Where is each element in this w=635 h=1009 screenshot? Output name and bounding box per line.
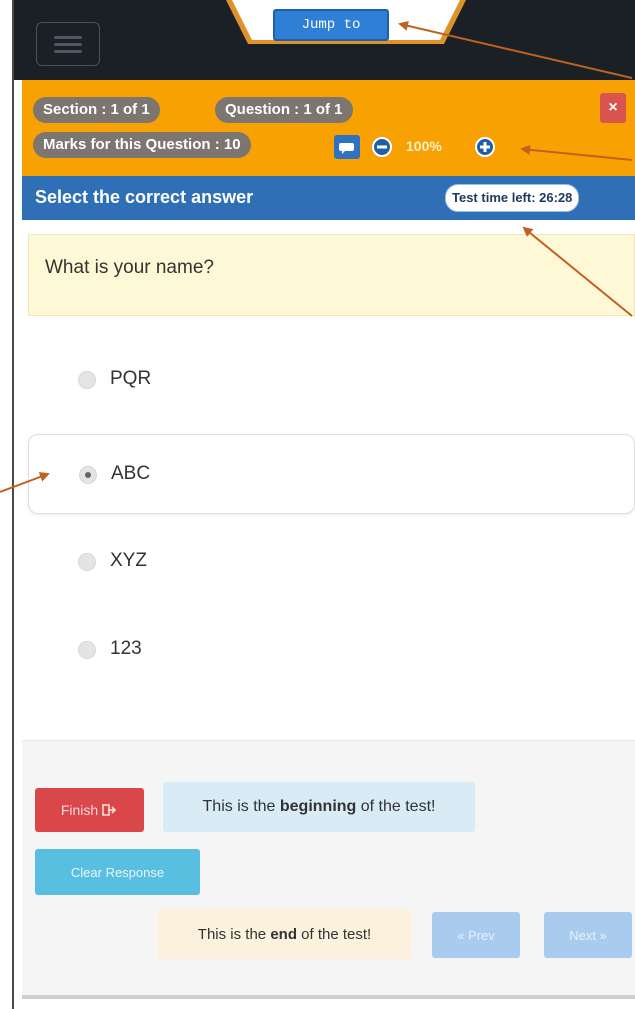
status-bar [22, 80, 635, 176]
notice-text: of the test! [356, 798, 436, 815]
prev-button[interactable]: « Prev [432, 912, 520, 958]
marks-badge: Marks for this Question : 10 [33, 132, 251, 158]
zoom-out-icon[interactable] [372, 137, 392, 157]
next-button[interactable]: Next » [544, 912, 632, 958]
comment-icon[interactable] [334, 135, 360, 159]
option-label: PQR [110, 368, 152, 389]
jump-to-button[interactable]: Jump to [273, 9, 389, 41]
notice-strong: beginning [279, 798, 357, 815]
radio-button[interactable] [78, 641, 96, 659]
option-pqr[interactable]: PQR [28, 340, 635, 420]
page-title: Select the correct answer [35, 187, 254, 207]
finish-label: Finish [60, 802, 99, 818]
sign-out-icon [102, 804, 117, 816]
close-icon[interactable]: × [600, 93, 626, 123]
notice-text: of the test! [296, 925, 372, 943]
clear-response-button[interactable]: Clear Response [35, 849, 200, 895]
notice-text: This is the [197, 925, 271, 943]
hamburger-menu-icon[interactable] [36, 22, 100, 66]
beginning-notice: This is the beginning of the test! [163, 782, 475, 832]
radio-button[interactable] [78, 371, 96, 389]
option-label: XYZ [110, 550, 147, 571]
option-label: 123 [110, 638, 142, 659]
zoom-level: 100% [406, 138, 442, 154]
notice-strong: end [270, 925, 297, 943]
question-text: What is your name? [28, 234, 635, 316]
radio-button-selected[interactable] [79, 466, 97, 484]
notice-text: This is the [202, 798, 280, 815]
option-123[interactable]: 123 [28, 610, 635, 690]
radio-button[interactable] [78, 553, 96, 571]
test-timer: Test time left: 26:28 [445, 184, 580, 212]
zoom-in-icon[interactable] [475, 137, 495, 157]
option-abc[interactable]: ABC [28, 434, 635, 514]
section-badge: Section : 1 of 1 [33, 97, 160, 123]
option-label: ABC [111, 463, 151, 484]
finish-button[interactable]: Finish [35, 788, 144, 832]
question-badge: Question : 1 of 1 [215, 97, 353, 123]
left-border [0, 0, 14, 1009]
bottom-border [22, 995, 635, 999]
option-xyz[interactable]: XYZ [28, 522, 635, 602]
end-notice: This is the end of the test! [158, 909, 411, 959]
